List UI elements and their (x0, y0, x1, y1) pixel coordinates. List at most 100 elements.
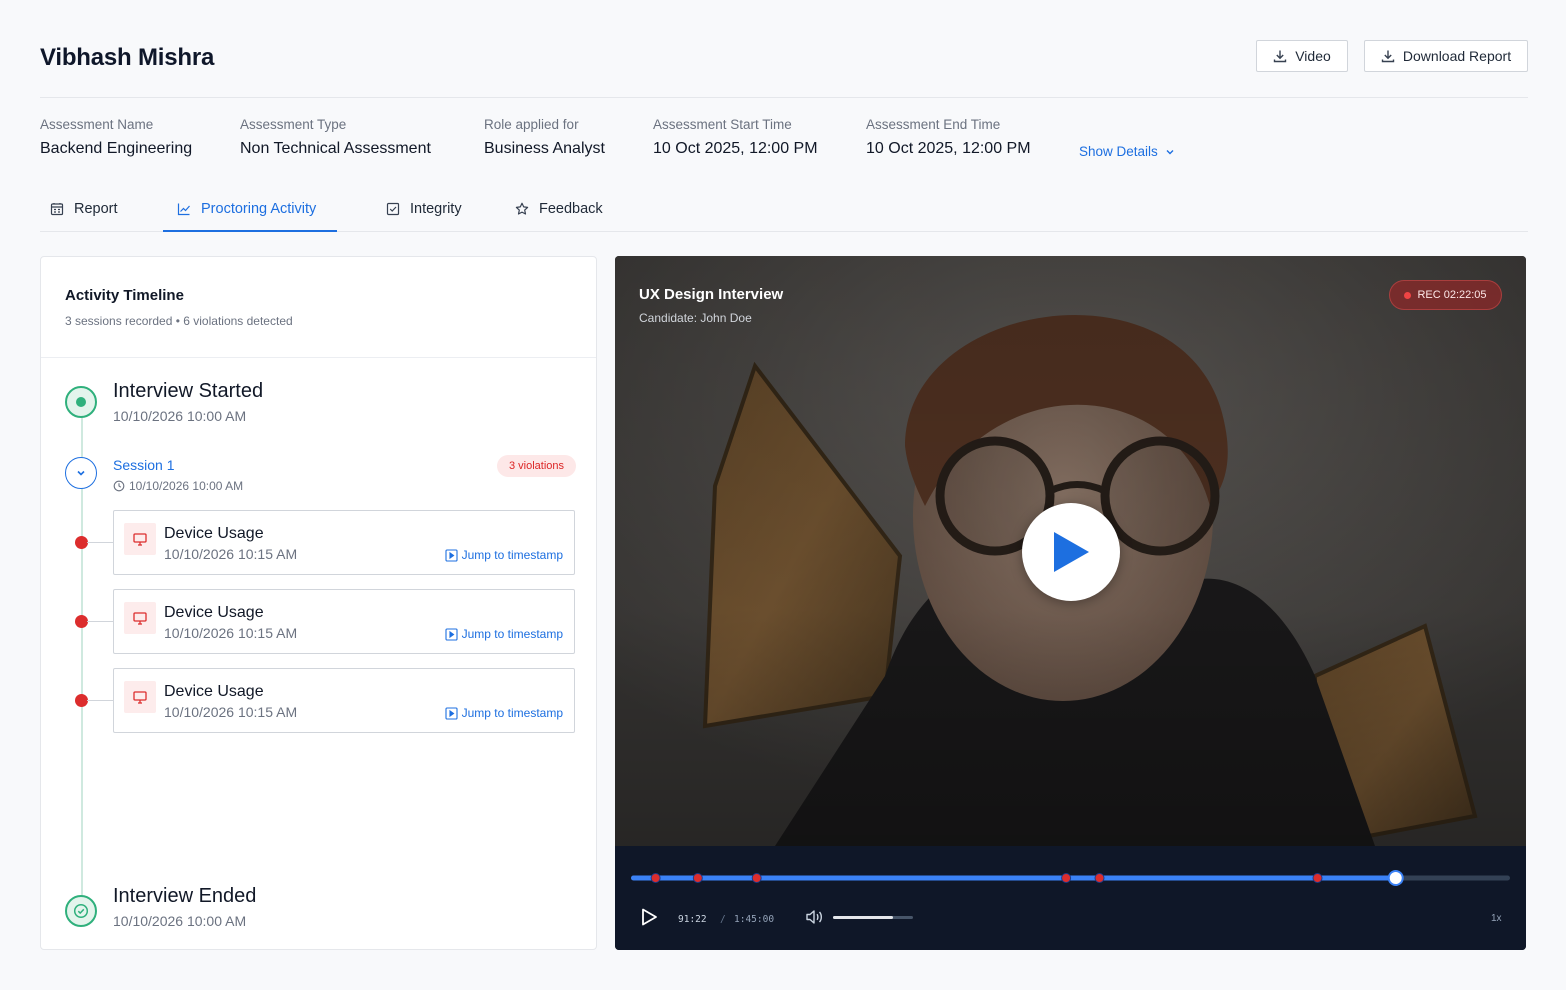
violation-card: Device Usage 10/10/2026 10:15 AM Jump to… (113, 510, 575, 575)
tab-proctoring-activity[interactable]: Proctoring Activity (163, 194, 337, 232)
playback-speed[interactable]: 1x (1491, 913, 1502, 924)
video-candidate: Candidate: John Doe (639, 311, 752, 325)
end-node-check-icon (65, 895, 97, 927)
download-report-label: Download Report (1402, 48, 1512, 64)
violation-card: Device Usage 10/10/2026 10:15 AM Jump to… (113, 668, 575, 733)
tab-bar: Report Proctoring Activity Integrity Fee… (40, 194, 1528, 232)
show-details-label: Show Details (1079, 144, 1158, 159)
violation-time: 10/10/2026 10:15 AM (164, 704, 298, 720)
interview-ended-time: 10/10/2026 10:00 AM (113, 913, 247, 929)
seek-progress (631, 875, 1396, 881)
chart-icon (177, 203, 190, 216)
monitor-icon (124, 681, 156, 713)
meta-label: Assessment Type (240, 117, 347, 132)
meta-start-time: Assessment Start Time 10 Oct 2025, 12:00… (653, 117, 818, 158)
seek-handle[interactable] (1387, 870, 1404, 886)
meta-label: Assessment Start Time (653, 117, 792, 132)
download-report-button[interactable]: Download Report (1364, 40, 1528, 72)
violation-connector (87, 542, 113, 543)
tab-label: Proctoring Activity (201, 201, 317, 217)
session-collapse-toggle[interactable] (65, 457, 97, 489)
chevron-down-icon (1166, 149, 1174, 154)
play-icon (1054, 532, 1089, 572)
meta-assessment-type: Assessment Type Non Technical Assessment (240, 117, 431, 158)
meta-label: Assessment End Time (866, 117, 1001, 132)
report-icon (50, 203, 64, 216)
meta-assessment-name: Assessment Name Backend Engineering (40, 117, 192, 158)
jump-to-timestamp-link[interactable]: Jump to timestamp (445, 627, 563, 641)
checkbox-icon (386, 202, 400, 216)
seek-bar[interactable] (615, 858, 1526, 898)
meta-value: 10 Oct 2025, 12:00 PM (866, 140, 1031, 157)
play-square-icon (445, 548, 458, 562)
duration: 1:45:00 (734, 914, 775, 925)
tab-feedback[interactable]: Feedback (515, 194, 603, 232)
video-title: UX Design Interview (639, 286, 784, 303)
jump-label: Jump to timestamp (461, 706, 563, 720)
panel-title: Activity Timeline (65, 287, 184, 304)
record-dot-icon (1404, 291, 1412, 299)
recording-time: REC 02:22:05 (1417, 289, 1487, 301)
time-separator: / (720, 914, 726, 925)
recording-badge: REC 02:22:05 (1389, 280, 1502, 310)
volume-level (833, 916, 893, 919)
violation-time: 10/10/2026 10:15 AM (164, 625, 298, 641)
volume-icon[interactable] (805, 909, 825, 925)
play-icon[interactable] (639, 907, 659, 927)
violation-title: Device Usage (164, 525, 264, 542)
page-header: Vibhash Mishra Video Download Report (40, 40, 1528, 98)
violation-seek-marker[interactable] (650, 873, 661, 883)
violation-seek-marker[interactable] (1061, 873, 1072, 883)
violation-seek-marker[interactable] (1312, 873, 1323, 883)
panel-header: Activity Timeline 3 sessions recorded • … (41, 257, 596, 358)
tab-integrity[interactable]: Integrity (386, 194, 462, 232)
violation-seek-marker[interactable] (692, 873, 703, 883)
violation-seek-marker[interactable] (1094, 873, 1105, 883)
session-time-text: 10/10/2026 10:00 AM (129, 479, 244, 493)
violation-seek-marker[interactable] (751, 873, 762, 883)
show-details-link[interactable]: Show Details (1079, 144, 1176, 159)
violation-connector (87, 621, 113, 622)
chevron-down-icon (77, 470, 85, 476)
big-play-button[interactable] (1022, 503, 1120, 601)
violation-connector (87, 700, 113, 701)
video-button-label: Video (1295, 48, 1331, 64)
tab-report[interactable]: Report (50, 194, 118, 232)
download-icon (1274, 50, 1287, 63)
tab-label: Feedback (539, 201, 603, 217)
volume-slider[interactable] (833, 916, 913, 919)
interview-ended-title: Interview Ended (113, 885, 257, 907)
interview-started-title: Interview Started (113, 380, 264, 402)
play-square-icon (445, 627, 458, 641)
meta-role: Role applied for Business Analyst (484, 117, 605, 158)
star-icon (515, 202, 529, 215)
jump-label: Jump to timestamp (461, 627, 563, 641)
session-label[interactable]: Session 1 (113, 457, 174, 473)
video-download-button[interactable]: Video (1256, 40, 1348, 72)
violations-badge: 3 violations (497, 455, 577, 477)
meta-value: Backend Engineering (40, 140, 193, 157)
panel-subtitle: 3 sessions recorded • 6 violations detec… (65, 314, 293, 328)
meta-value: Business Analyst (484, 140, 605, 157)
jump-to-timestamp-link[interactable]: Jump to timestamp (445, 706, 563, 720)
start-node-icon (65, 386, 97, 418)
video-frame[interactable]: UX Design Interview Candidate: John Doe … (615, 256, 1526, 846)
violation-time: 10/10/2026 10:15 AM (164, 546, 298, 562)
candidate-name: Vibhash Mishra (40, 44, 215, 71)
current-time: 91:22 (678, 914, 707, 925)
video-player[interactable]: UX Design Interview Candidate: John Doe … (615, 256, 1526, 950)
tab-label: Report (74, 201, 118, 217)
violation-title: Device Usage (164, 683, 264, 700)
tab-label: Integrity (410, 201, 462, 217)
monitor-icon (124, 523, 156, 555)
player-controls: 91:22 / 1:45:00 1x (615, 846, 1526, 950)
meta-end-time: Assessment End Time 10 Oct 2025, 12:00 P… (866, 117, 1031, 158)
activity-timeline-panel: Activity Timeline 3 sessions recorded • … (40, 256, 597, 950)
violation-title: Device Usage (164, 604, 264, 621)
meta-value: 10 Oct 2025, 12:00 PM (653, 140, 818, 157)
clock-icon (113, 480, 125, 492)
jump-to-timestamp-link[interactable]: Jump to timestamp (445, 548, 563, 562)
meta-label: Assessment Name (40, 117, 154, 132)
interview-started-time: 10/10/2026 10:00 AM (113, 408, 247, 424)
download-icon (1381, 50, 1395, 63)
